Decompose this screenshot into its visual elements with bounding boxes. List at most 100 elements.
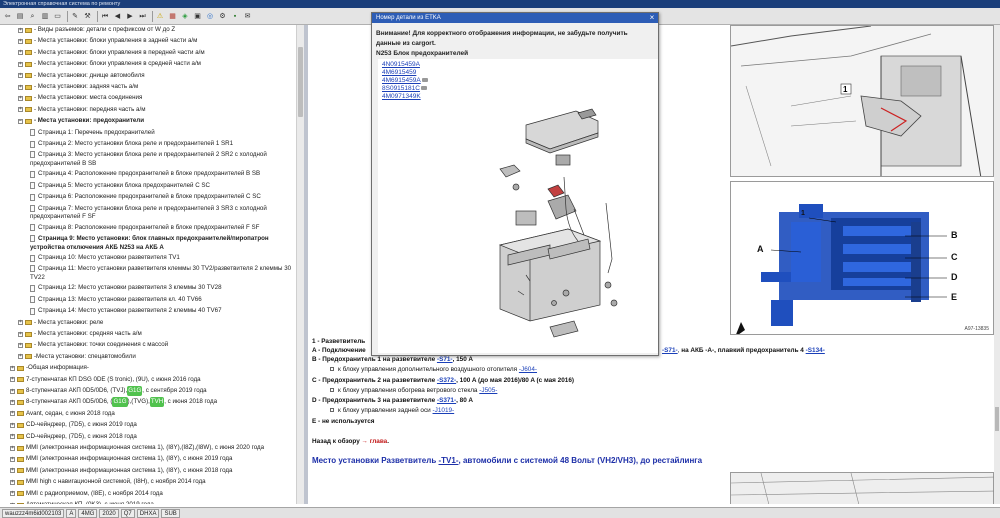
tree-item[interactable]: + - Места установки: блоки управления в з… — [18, 36, 292, 46]
save-icon[interactable]: ▪ — [230, 11, 241, 22]
expand-toggle-icon[interactable]: + — [18, 95, 23, 101]
expand-toggle-icon[interactable]: + — [10, 434, 15, 440]
tree-item[interactable]: − - Места установки: предохранители — [18, 116, 292, 126]
tree-item[interactable]: Страница 9: Место установки: блок главны… — [30, 234, 292, 252]
tree-item[interactable]: + - Места установки: блоки управления в с… — [18, 59, 292, 69]
first-icon[interactable]: ⏮ — [100, 11, 111, 22]
pencil-icon[interactable]: ✎ — [70, 11, 81, 22]
search-icon[interactable]: ⌕ — [27, 11, 38, 22]
part-number-link[interactable]: 4N0915459A — [382, 61, 420, 69]
expand-toggle-icon[interactable]: + — [18, 331, 23, 337]
tree-item[interactable]: +8-ступенчатая АКП 0D5/0D6, (TVJ), G1G, с… — [10, 386, 292, 396]
expand-toggle-icon[interactable]: + — [18, 61, 23, 67]
expand-toggle-icon[interactable]: + — [10, 365, 15, 371]
expand-toggle-icon[interactable]: + — [10, 468, 15, 474]
tree-item[interactable]: Страница 13: Место установки разветвител… — [30, 295, 292, 305]
expand-toggle-icon[interactable]: + — [10, 411, 15, 417]
tree-item[interactable]: + CD-чейнджер, (7D5), с июня 2018 года — [10, 432, 292, 442]
tree-item[interactable]: + -Общая информация- — [10, 363, 292, 373]
door-icon[interactable]: ⇦ — [2, 11, 13, 22]
link-s71-a[interactable]: -S71- — [662, 347, 678, 354]
link-j1019[interactable]: -J1019- — [433, 407, 455, 414]
tree-item[interactable]: Страница 8: Расположение предохранителей… — [30, 223, 292, 233]
print-icon[interactable]: ▣ — [192, 11, 203, 22]
tree-item[interactable]: Страница 11: Место установки разветвител… — [30, 264, 292, 282]
tree-item[interactable]: + - Места установки: передняя часть а/м — [18, 105, 292, 115]
tree-item[interactable]: + MMI (электронная информационная система… — [10, 454, 292, 464]
part-number-link[interactable]: 4M6915459A — [382, 77, 428, 85]
link-s371[interactable]: -S371- — [437, 397, 456, 404]
expand-toggle-icon[interactable]: + — [10, 479, 15, 485]
close-icon[interactable]: × — [648, 14, 656, 22]
tree-item[interactable]: Страница 12: Место установки разветвител… — [30, 283, 292, 293]
link-tv1[interactable]: -TV1- — [439, 456, 459, 465]
tree-item[interactable]: + - Места установки: реле — [18, 318, 292, 328]
expand-toggle-icon[interactable]: + — [18, 38, 23, 44]
tree-item[interactable]: Страница 2: Место установки блока реле и… — [30, 139, 292, 149]
expand-toggle-icon[interactable]: + — [10, 388, 15, 394]
expand-toggle-icon[interactable]: + — [10, 456, 15, 462]
car-icon[interactable]: ◈ — [180, 11, 191, 22]
tree-item[interactable]: Страница 10: Место установки разветвител… — [30, 253, 292, 263]
tree-item[interactable]: + Автоматическая КП, (0K3), с июня 2019 г… — [10, 500, 292, 504]
part-number-link[interactable]: 4M0971349K — [382, 93, 421, 101]
tool-icon[interactable]: ⚒ — [82, 11, 93, 22]
tree-item[interactable]: Страница 14: Место установки разветвител… — [30, 306, 292, 316]
clipboard-icon[interactable]: ▥ — [40, 11, 51, 22]
etka-part-dialog[interactable]: Номер детали из ETKA × Внимание! Для кор… — [371, 12, 659, 356]
book-icon[interactable]: ▤ — [15, 11, 26, 22]
camera-icon[interactable] — [420, 86, 427, 91]
expand-toggle-icon[interactable]: + — [18, 320, 23, 326]
link-s71-b[interactable]: -S71- — [437, 356, 453, 363]
content-scrollbar-thumb[interactable] — [995, 407, 999, 431]
tree-item[interactable]: + - Места установки: места соединения — [18, 93, 292, 103]
link-s134[interactable]: -S134- — [806, 347, 825, 354]
link-j604[interactable]: -J604- — [519, 366, 537, 373]
tree-item[interactable]: +7-ступенчатая КП DSG 0DE (S tronic), (9… — [10, 375, 292, 385]
expand-toggle-icon[interactable]: + — [10, 377, 15, 383]
tree-item[interactable]: + - Виды разъемов: детали с префиксом от … — [18, 25, 292, 35]
dialog-titlebar[interactable]: Номер детали из ETKA × — [372, 13, 658, 23]
tree-item[interactable]: Страница 6: Расположение предохранителей… — [30, 192, 292, 202]
tree-item[interactable]: + MMI (электронная информационная система… — [10, 466, 292, 476]
tree-item[interactable]: Страница 7: Место установки блока реле и… — [30, 204, 292, 222]
tree-item[interactable]: Страница 4: Расположение предохранителей… — [30, 169, 292, 179]
prev-icon[interactable]: ◀ — [112, 11, 123, 22]
tree-item[interactable]: + MMI с радиоприемом, (I8E), с ноября 201… — [10, 489, 292, 499]
tree-item[interactable]: Страница 5: Место установки блока предох… — [30, 181, 292, 191]
expand-toggle-icon[interactable]: + — [18, 73, 23, 79]
tree-item[interactable]: + - Места установки: задняя часть а/м — [18, 82, 292, 92]
color-icon[interactable]: ▦ — [167, 11, 178, 22]
tree-item[interactable]: + - Места установки: днище автомобиля — [18, 71, 292, 81]
tree-item[interactable]: + MMI high с навигационной системой, (I8H… — [10, 477, 292, 487]
tree-item[interactable]: + - Места установки: средняя часть а/м — [18, 329, 292, 339]
globe-icon[interactable]: ◎ — [205, 11, 216, 22]
page-icon[interactable]: ▭ — [52, 11, 63, 22]
expand-toggle-icon[interactable]: + — [10, 491, 15, 497]
tree-item[interactable]: +8-ступенчатая АКП 0D5/0D6, (G1G),(TVG),… — [10, 397, 292, 408]
camera-icon[interactable] — [421, 78, 428, 83]
content-scrollbar[interactable] — [994, 25, 1000, 504]
expand-toggle-icon[interactable]: + — [18, 84, 23, 90]
expand-toggle-icon[interactable]: + — [10, 422, 15, 428]
expand-toggle-icon[interactable]: + — [10, 502, 15, 504]
back-chapter-link[interactable]: глава — [370, 438, 388, 445]
tree-item[interactable]: + CD-чейнджер, (7D5), с июня 2019 года — [10, 420, 292, 430]
last-icon[interactable]: ⏭ — [137, 11, 148, 22]
mail-icon[interactable]: ✉ — [242, 11, 253, 22]
tree-item[interactable]: + Avant, седан, с июня 2018 года — [10, 409, 292, 419]
part-number-link[interactable]: 4M6915459 — [382, 69, 416, 77]
tree-item[interactable]: + - Места установки: точки соединения с м… — [18, 340, 292, 350]
expand-toggle-icon[interactable]: + — [10, 399, 15, 405]
expand-toggle-icon[interactable]: + — [18, 107, 23, 113]
expand-toggle-icon[interactable]: + — [18, 342, 23, 348]
warning-icon[interactable]: ⚠ — [155, 11, 166, 22]
link-s372[interactable]: -S372- — [437, 377, 456, 384]
tree-item[interactable]: + - Места установки: блоки управления в п… — [18, 48, 292, 58]
tree-item[interactable]: + MMI (электронная информационная система… — [10, 443, 292, 453]
gear-icon[interactable]: ⚙ — [217, 11, 228, 22]
tree-scrollbar[interactable] — [296, 25, 304, 504]
part-number-link[interactable]: 8S0915181C — [382, 85, 427, 93]
tree-item[interactable]: + -Места установки: спецавтомобили — [18, 352, 292, 362]
expand-toggle-icon[interactable]: + — [18, 27, 23, 33]
